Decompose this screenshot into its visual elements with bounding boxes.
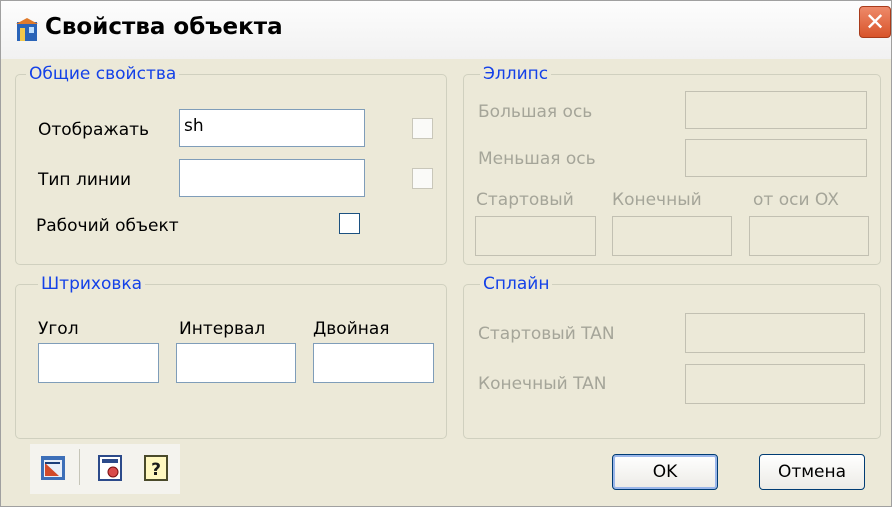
angle-input[interactable] (38, 343, 159, 383)
ox-input[interactable] (749, 216, 869, 256)
spline-legend: Сплайн (480, 273, 553, 295)
linetype-label: Тип линии (38, 170, 132, 190)
end-label: Конечный (612, 190, 702, 210)
start-input[interactable] (475, 216, 596, 256)
ellipse-legend: Эллипс (480, 63, 552, 85)
major-axis-input[interactable] (685, 91, 867, 129)
double-input[interactable] (313, 343, 434, 383)
spline-group: Сплайн (463, 273, 881, 439)
linetype-input[interactable] (179, 159, 365, 197)
end-tan-input[interactable] (685, 364, 865, 404)
close-icon: ✕ (864, 8, 886, 36)
start-tan-input[interactable] (685, 313, 865, 353)
title-bar[interactable]: Свойства объекта ✕ (1, 1, 891, 59)
display-checkbox[interactable] (412, 118, 433, 139)
window-title: Свойства объекта (45, 14, 283, 40)
hatch-legend: Штриховка (38, 273, 146, 295)
angle-label: Угол (38, 319, 79, 339)
working-object-checkbox[interactable] (339, 213, 360, 234)
toolbar-separator (79, 449, 80, 485)
house-icon (16, 18, 38, 41)
help-icon[interactable]: ? (142, 454, 170, 482)
display-input[interactable]: sh (179, 109, 365, 147)
working-object-label: Рабочий объект (36, 216, 179, 236)
general-properties-legend: Общие свойства (26, 63, 180, 85)
ox-label: от оси OX (753, 190, 839, 210)
close-button[interactable]: ✕ (859, 6, 891, 38)
calculator-icon[interactable] (96, 454, 124, 482)
interval-input[interactable] (176, 343, 296, 383)
object-properties-dialog: Свойства объекта ✕ Общие свойства Отобра… (0, 0, 892, 507)
end-tan-label: Конечный TAN (478, 374, 607, 394)
major-axis-label: Большая ось (478, 102, 593, 122)
double-label: Двойная (313, 319, 390, 339)
ok-button[interactable]: OK (612, 454, 718, 490)
properties-icon[interactable] (39, 454, 67, 482)
interval-label: Интервал (179, 319, 266, 339)
end-input[interactable] (612, 216, 732, 256)
minor-axis-label: Меньшая ось (478, 149, 596, 169)
minor-axis-input[interactable] (685, 139, 867, 177)
cancel-button[interactable]: Отмена (759, 454, 865, 490)
linetype-checkbox[interactable] (412, 168, 433, 189)
display-label: Отображать (38, 120, 150, 140)
svg-text:?: ? (151, 460, 161, 480)
start-label: Стартовый (476, 190, 574, 210)
start-tan-label: Стартовый TAN (478, 324, 615, 344)
